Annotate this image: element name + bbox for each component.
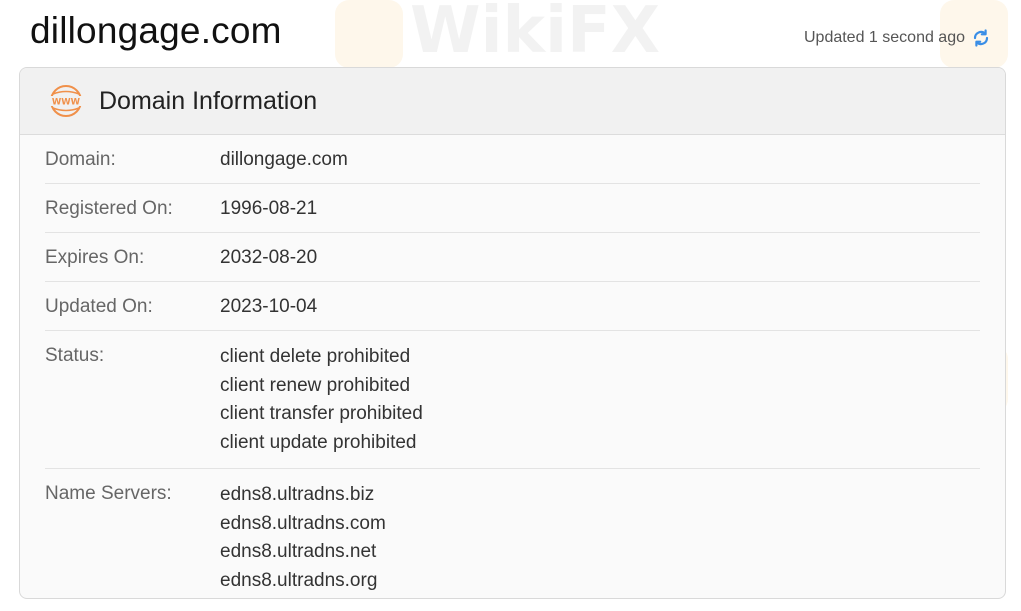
- status-value: client renew prohibited: [220, 374, 411, 396]
- info-rows: Domain: dillongage.com Registered On: 19…: [20, 135, 1005, 598]
- status-value: client transfer prohibited: [220, 403, 423, 424]
- row-label: Expires On:: [45, 247, 145, 268]
- www-icon-label: WWW: [52, 98, 81, 108]
- page-header: dillongage.com Updated 1 second ago: [0, 0, 1021, 66]
- name-server-value: edns8.ultradns.biz: [220, 484, 375, 505]
- row-name-servers: Name Servers: edns8.ultradns.biz edns8.u…: [45, 469, 980, 598]
- row-value: 2032-08-20: [220, 245, 317, 270]
- name-server-value: edns8.ultradns.org: [220, 569, 378, 591]
- row-label: Status:: [45, 345, 105, 366]
- row-domain: Domain: dillongage.com: [45, 135, 980, 184]
- card-header: WWW Domain Information: [20, 68, 1005, 135]
- status-value: client delete prohibited: [220, 346, 411, 367]
- registered-on-value: 1996-08-21: [220, 198, 318, 219]
- updated-text: Updated 1 second ago: [803, 29, 965, 46]
- card-title: Domain Information: [99, 86, 318, 115]
- row-expires-on: Expires On: 2032-08-20: [45, 233, 980, 282]
- row-updated-on: Updated On: 2023-10-04: [45, 282, 980, 331]
- update-status: Updated 1 second ago: [804, 28, 991, 48]
- page-title: dillongage.com: [30, 10, 282, 51]
- row-value: edns8.ultradns.biz edns8.ultradns.com ed…: [220, 481, 386, 595]
- refresh-icon[interactable]: [971, 28, 991, 48]
- domain-info-card: WWW Domain Information Domain: dillongag…: [19, 67, 1006, 599]
- row-label: Name Servers:: [45, 483, 172, 504]
- name-server-value: edns8.ultradns.net: [220, 541, 377, 562]
- status-value: client update prohibited: [220, 431, 417, 453]
- www-globe-icon: WWW: [49, 85, 83, 117]
- row-label: Updated On:: [45, 296, 153, 317]
- expires-on-value: 2032-08-20: [220, 247, 318, 268]
- row-status: Status: client delete prohibited client …: [45, 331, 980, 469]
- row-value: 2023-10-04: [220, 294, 317, 319]
- row-value: dillongage.com: [220, 147, 348, 172]
- row-label: Domain:: [45, 149, 116, 170]
- updated-on-value: 2023-10-04: [220, 296, 318, 317]
- row-label: Registered On:: [45, 198, 173, 219]
- name-server-value: edns8.ultradns.com: [220, 512, 386, 534]
- domain-value: dillongage.com: [220, 149, 348, 170]
- row-value: 1996-08-21: [220, 196, 317, 221]
- row-value: client delete prohibited client renew pr…: [220, 343, 423, 457]
- row-registered-on: Registered On: 1996-08-21: [45, 184, 980, 233]
